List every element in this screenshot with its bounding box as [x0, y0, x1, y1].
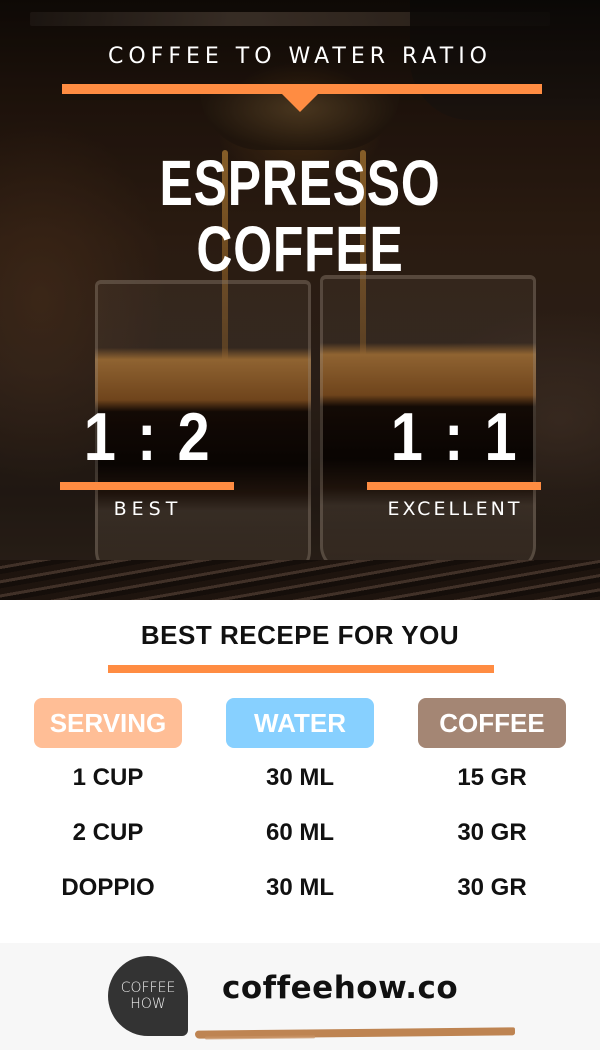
title-line-2: COFFEE: [196, 213, 404, 285]
table-cell: 30 ML: [265, 874, 334, 901]
ratio-value: 1 : 2: [83, 399, 213, 475]
table-cell: 60 ML: [265, 819, 334, 846]
hero-photo: COFFEE TO WATER RATIO ESPRESSO COFFEE 1 …: [0, 0, 600, 600]
recipe-heading: BEST RECEPE FOR YOU: [140, 620, 460, 650]
table-cell: 30 GR: [457, 874, 527, 901]
recipe-underline: [108, 665, 494, 673]
column-header-badge: WATER: [226, 698, 374, 748]
page-title: ESPRESSO COFFEE: [66, 150, 534, 282]
ratio-value: 1 : 1: [390, 399, 520, 475]
ratio-underline: [60, 482, 234, 490]
column-serving: SERVING 1 CUP 2 CUP DOPPIO: [34, 698, 184, 915]
column-header-badge: SERVING: [34, 698, 182, 748]
column-water: WATER 30 ML 60 ML 30 ML: [226, 698, 376, 915]
kicker-heading: COFFEE TO WATER RATIO: [107, 44, 493, 69]
down-arrow-icon: [282, 94, 318, 112]
ratio-label: EXCELLENT: [387, 498, 523, 520]
table-cell: 30 ML: [265, 764, 334, 791]
logo-text-line-1: COFFEE: [120, 980, 176, 996]
footer: COFFEE HOW coffeehow.co: [0, 943, 600, 1050]
table-cell: 15 GR: [457, 764, 527, 791]
title-line-1: ESPRESSO: [159, 147, 441, 219]
ratio-best: 1 : 2 BEST: [48, 399, 248, 520]
coffeehow-logo[interactable]: COFFEE HOW: [108, 956, 188, 1036]
table-cell: 2 CUP: [72, 819, 144, 846]
brush-stroke-underline: [194, 1027, 516, 1039]
kicker-underline: [62, 84, 542, 94]
table-cell: 30 GR: [457, 819, 527, 846]
ratio-label: BEST: [113, 498, 183, 520]
ratio-underline: [367, 482, 541, 490]
table-cell: DOPPIO: [61, 874, 155, 901]
column-header-badge: COFFEE: [418, 698, 566, 748]
site-link[interactable]: coffeehow.co: [222, 970, 458, 1006]
column-coffee: COFFEE 15 GR 30 GR 30 GR: [418, 698, 568, 915]
table-cell: 1 CUP: [72, 764, 144, 791]
ratio-excellent: 1 : 1 EXCELLENT: [355, 399, 555, 520]
logo-text-line-2: HOW: [130, 996, 166, 1012]
